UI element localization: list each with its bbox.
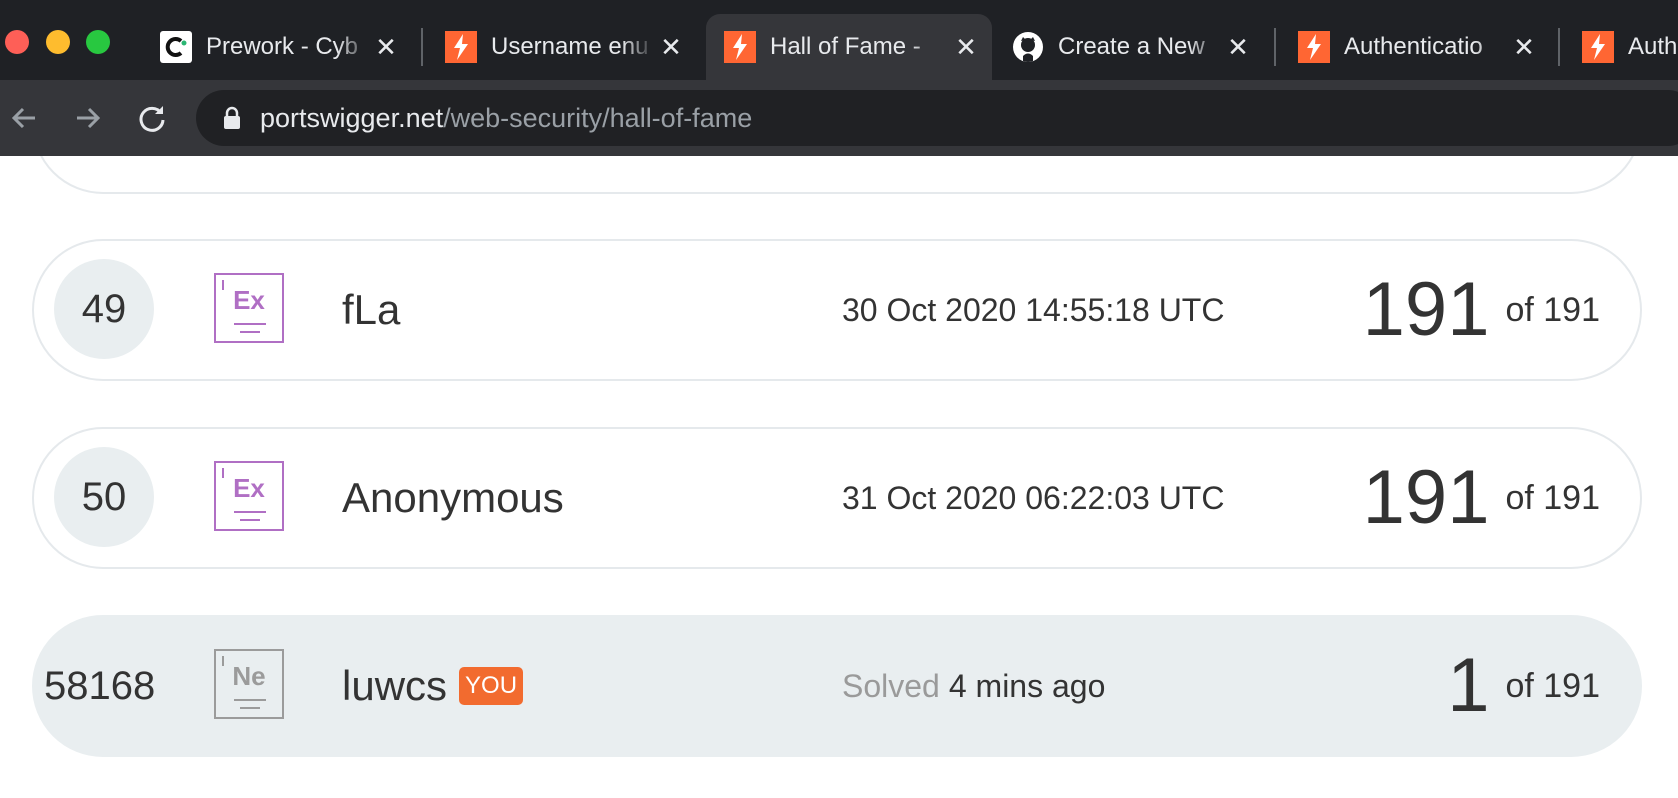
tab-prework[interactable]: Prework - Cyb ✕ xyxy=(142,14,412,80)
username: Anonymous xyxy=(342,474,564,521)
labs-total: of 191 xyxy=(1505,478,1600,517)
completion-date: 31 Oct 2020 06:22:03 UTC xyxy=(842,429,1224,567)
you-badge: YOU xyxy=(459,667,524,705)
tab-title: Authenticatio xyxy=(1344,33,1483,60)
novice-badge-icon: Ne xyxy=(214,649,284,719)
expert-badge-icon: Ex xyxy=(214,273,284,343)
username: luwcs YOU xyxy=(342,617,524,755)
github-icon xyxy=(1012,31,1044,63)
close-tab-icon[interactable]: ✕ xyxy=(1226,32,1250,63)
labs-total: of 191 xyxy=(1505,666,1600,705)
tab-auth[interactable]: Auth xyxy=(1564,14,1678,80)
window-maximize-button[interactable] xyxy=(86,30,110,54)
tab-title: Auth xyxy=(1628,33,1678,60)
completion-date: 30 Oct 2020 14:55:18 UTC xyxy=(842,241,1224,379)
close-tab-icon[interactable]: ✕ xyxy=(954,32,978,63)
username-text: luwcs xyxy=(342,662,448,709)
tab-strip: Prework - Cyb ✕ Username enu ✕ Hall of F… xyxy=(0,0,1678,88)
tab-title: Hall of Fame - xyxy=(770,33,921,60)
solved-label: Solved xyxy=(842,667,940,704)
rank-number: 50 xyxy=(54,447,154,547)
completion-date: Solved 4 mins ago xyxy=(842,617,1105,755)
portswigger-icon xyxy=(445,31,477,63)
tab-title: Create a New xyxy=(1058,33,1205,60)
score: 1 of 191 xyxy=(1447,617,1600,755)
tab-title: Prework - Cyb xyxy=(206,33,359,60)
tab-username-enumeration[interactable]: Username enu ✕ xyxy=(427,14,697,80)
url-text[interactable]: portswigger.net/web-security/hall-of-fam… xyxy=(260,103,752,134)
tab-separator xyxy=(421,28,423,66)
leaderboard-row-current-user: 58168 Ne luwcs YOU Solved 4 mins ago 1 o… xyxy=(32,615,1642,757)
date-text: 31 Oct 2020 06:22:03 UTC xyxy=(842,479,1225,516)
score: 191 of 191 xyxy=(1363,429,1600,567)
tab-title: Username enu xyxy=(491,33,649,60)
tab-separator xyxy=(1558,28,1560,66)
back-arrow-icon[interactable] xyxy=(4,98,44,138)
badge-symbol: Ex xyxy=(233,473,265,503)
rank-number: 58168 xyxy=(44,663,156,708)
leaderboard-row: 49 Ex fLa 30 Oct 2020 14:55:18 UTC 191 o… xyxy=(32,239,1642,381)
labs-solved: 1 xyxy=(1447,643,1490,728)
portswigger-icon xyxy=(1582,31,1614,63)
url-host: portswigger.net xyxy=(260,102,444,133)
tab-separator xyxy=(1274,28,1276,66)
badge-symbol: Ne xyxy=(232,661,266,691)
tab-create-new[interactable]: Create a New ✕ xyxy=(994,14,1264,80)
username: fLa xyxy=(342,286,401,333)
date-text: 4 mins ago xyxy=(948,667,1106,704)
close-tab-icon[interactable]: ✕ xyxy=(1512,32,1536,63)
badge-symbol: Ex xyxy=(233,285,265,315)
labs-total: of 191 xyxy=(1505,290,1600,329)
close-tab-icon[interactable]: ✕ xyxy=(659,32,683,63)
labs-solved: 191 xyxy=(1362,455,1490,540)
labs-solved: 191 xyxy=(1362,267,1490,352)
date-text: 30 Oct 2020 14:55:18 UTC xyxy=(842,291,1225,328)
window-minimize-button[interactable] xyxy=(46,30,70,54)
expert-badge-icon: Ex xyxy=(214,461,284,531)
rank-number: 49 xyxy=(54,259,154,359)
lock-icon xyxy=(222,105,242,131)
window-close-button[interactable] xyxy=(5,30,29,54)
portswigger-icon xyxy=(724,31,756,63)
reload-icon[interactable] xyxy=(132,98,172,138)
portswigger-icon xyxy=(1298,31,1330,63)
tab-authentication[interactable]: Authenticatio ✕ xyxy=(1280,14,1550,80)
url-path: /web-security/hall-of-fame xyxy=(443,102,753,133)
address-bar[interactable]: portswigger.net/web-security/hall-of-fam… xyxy=(196,90,1678,146)
forward-arrow-icon[interactable] xyxy=(68,98,108,138)
leaderboard-row: 50 Ex Anonymous 31 Oct 2020 06:22:03 UTC… xyxy=(32,427,1642,569)
tab-hall-of-fame[interactable]: Hall of Fame - ✕ xyxy=(706,14,992,80)
score: 191 of 191 xyxy=(1363,241,1600,379)
codepath-icon xyxy=(160,31,192,63)
close-tab-icon[interactable]: ✕ xyxy=(374,32,398,63)
